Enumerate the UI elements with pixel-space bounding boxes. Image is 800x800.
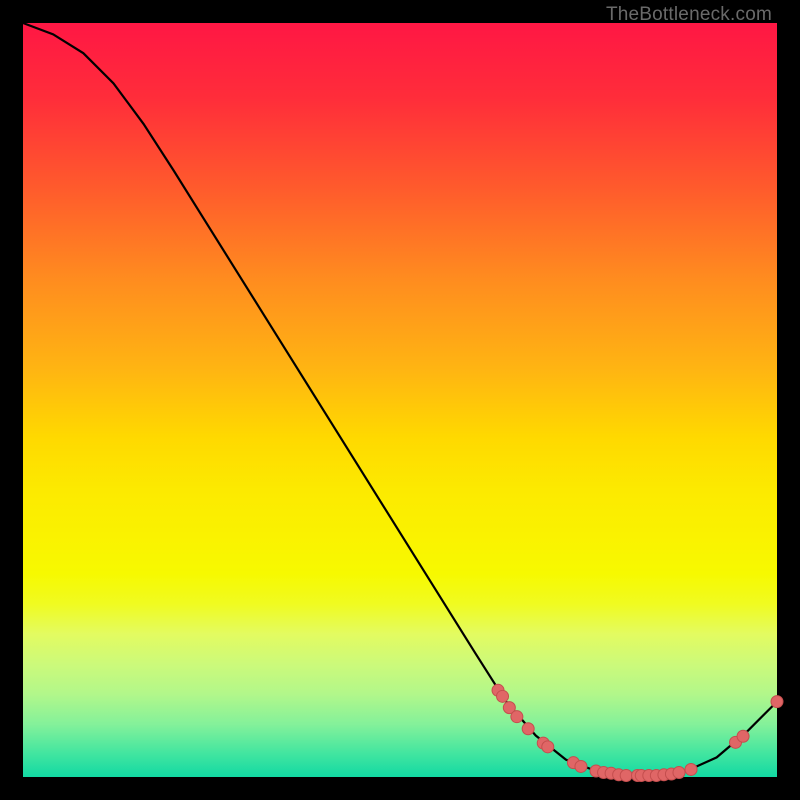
curve-marker <box>542 741 554 753</box>
curve-marker <box>737 730 749 742</box>
curve-marker <box>685 763 697 775</box>
curve-marker <box>522 723 534 735</box>
curve-marker <box>575 760 587 772</box>
curve-line <box>23 23 777 775</box>
curve-marker <box>620 769 632 781</box>
curve-marker <box>673 766 685 778</box>
chart-frame: TheBottleneck.com <box>0 0 800 800</box>
chart-svg <box>23 23 777 777</box>
curve-marker <box>497 690 509 702</box>
curve-markers <box>492 684 783 781</box>
curve-marker <box>771 696 783 708</box>
curve-marker <box>511 711 523 723</box>
